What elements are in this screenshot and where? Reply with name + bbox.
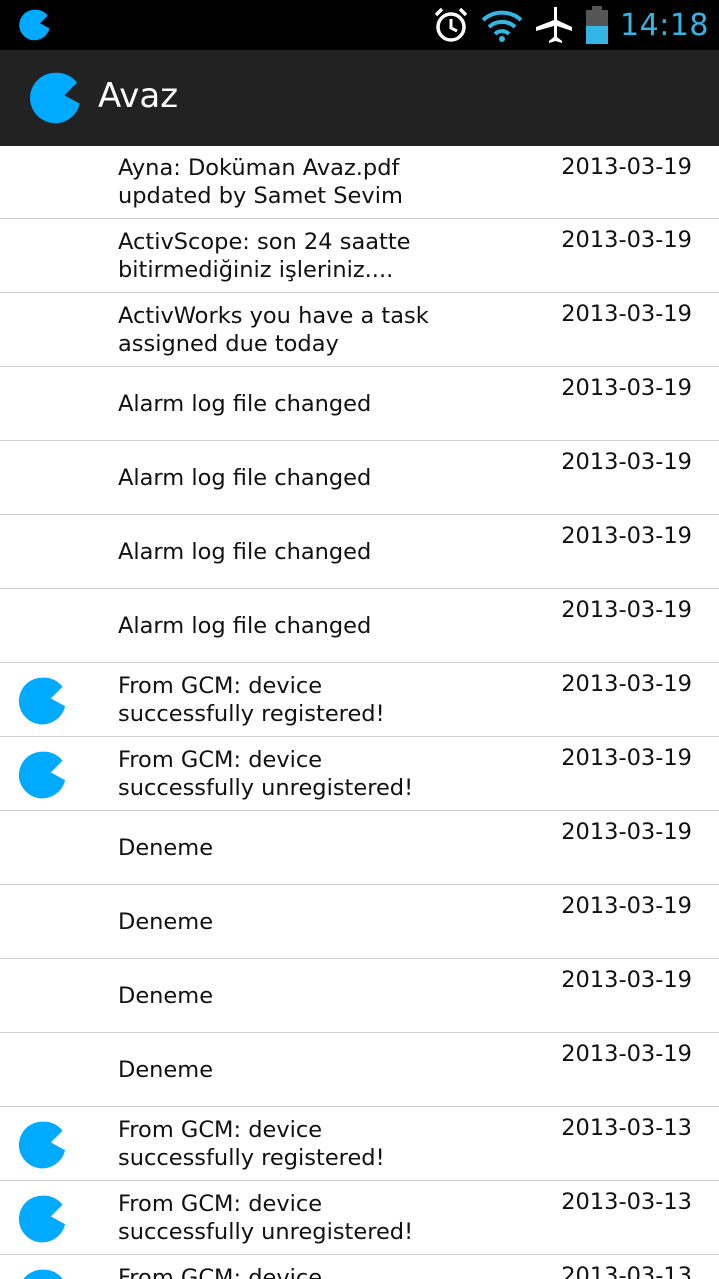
notification-date: 2013-03-19 [561, 301, 692, 327]
notification-text: Alarm log file changed [118, 390, 372, 417]
notification-date: 2013-03-19 [561, 449, 692, 475]
notification-date: 2013-03-13 [561, 1115, 692, 1141]
status-bar: 14:18 [0, 0, 719, 50]
notification-date: 2013-03-19 [561, 893, 692, 919]
notification-text: Deneme [118, 908, 214, 935]
notification-date: 2013-03-19 [561, 154, 692, 180]
battery-icon [586, 6, 609, 44]
gcm-notification-icon [18, 1121, 66, 1169]
avaz-logo-icon[interactable] [28, 70, 84, 126]
list-item[interactable]: Ayna: Doküman Avaz.pdf updated by Samet … [0, 146, 719, 219]
list-item[interactable]: Alarm log file changed 2013-03-19 [0, 589, 719, 663]
notification-date: 2013-03-19 [561, 227, 692, 253]
notification-text: From GCM: device successfully unregister… [118, 746, 414, 801]
notification-text: Deneme [118, 834, 214, 861]
app-screen: 14:18 Avaz Ayna: Doküman Avaz.pdf update… [0, 0, 719, 1279]
list-item[interactable]: From GCM: device successfully unregister… [0, 1181, 719, 1255]
notification-date: 2013-03-19 [561, 671, 692, 697]
airplane-icon [536, 7, 573, 43]
notification-text: Alarm log file changed [118, 538, 372, 565]
notification-text: Ayna: Doküman Avaz.pdf updated by Samet … [118, 155, 403, 209]
list-item[interactable]: Alarm log file changed 2013-03-19 [0, 515, 719, 589]
app-notification-icon [19, 9, 50, 41]
list-item[interactable]: Deneme 2013-03-19 [0, 959, 719, 1033]
list-item[interactable]: Alarm log file changed 2013-03-19 [0, 367, 719, 441]
list-item[interactable]: From GCM: device successfully unregister… [0, 737, 719, 811]
notification-text: From GCM: device successfully registered… [118, 1116, 385, 1171]
status-icons: 14:18 [432, 0, 709, 50]
gcm-notification-icon [18, 1195, 66, 1243]
list-item[interactable]: From GCM: device successfully registered… [0, 663, 719, 737]
status-time: 14:18 [620, 7, 709, 43]
list-item[interactable]: Alarm log file changed 2013-03-19 [0, 441, 719, 515]
notification-text: Alarm log file changed [118, 464, 372, 491]
notification-date: 2013-03-19 [561, 819, 692, 845]
notification-text: From GCM: device successfully registered… [118, 672, 385, 727]
app-title: Avaz [98, 76, 179, 116]
notification-date: 2013-03-13 [561, 1263, 692, 1279]
notification-text: From GCM: device successfully registered… [118, 1264, 323, 1279]
notification-date: 2013-03-19 [561, 597, 692, 623]
list-item[interactable]: Deneme 2013-03-19 [0, 885, 719, 959]
notification-date: 2013-03-19 [561, 745, 692, 771]
notification-date: 2013-03-19 [561, 1041, 692, 1067]
alarm-icon [434, 7, 468, 42]
notification-text: ActivScope: son 24 saatte bitirmediğiniz… [118, 228, 411, 283]
notification-list[interactable]: Ayna: Doküman Avaz.pdf updated by Samet … [0, 146, 719, 1279]
notification-text: Deneme [118, 1056, 214, 1083]
list-item[interactable]: From GCM: device successfully registered… [0, 1107, 719, 1181]
notification-text: From GCM: device successfully unregister… [118, 1190, 414, 1245]
gcm-notification-icon [23, 1269, 63, 1279]
wifi-icon [481, 10, 523, 42]
notification-text: Alarm log file changed [118, 612, 372, 639]
list-item[interactable]: ActivWorks you have a task assigned due … [0, 293, 719, 367]
notification-date: 2013-03-19 [561, 375, 692, 401]
gcm-notification-icon [18, 677, 66, 725]
notification-text: Deneme [118, 982, 214, 1009]
list-item[interactable]: From GCM: device successfully registered… [0, 1255, 719, 1279]
list-item[interactable]: ActivScope: son 24 saatte bitirmediğiniz… [0, 219, 719, 293]
notification-text: ActivWorks you have a task assigned due … [118, 302, 429, 357]
gcm-notification-icon [18, 751, 66, 799]
list-item[interactable]: Deneme 2013-03-19 [0, 1033, 719, 1107]
notification-date: 2013-03-19 [561, 967, 692, 993]
notification-date: 2013-03-13 [561, 1189, 692, 1215]
notification-date: 2013-03-19 [561, 523, 692, 549]
list-item[interactable]: Deneme 2013-03-19 [0, 811, 719, 885]
action-bar: Avaz [0, 50, 719, 146]
